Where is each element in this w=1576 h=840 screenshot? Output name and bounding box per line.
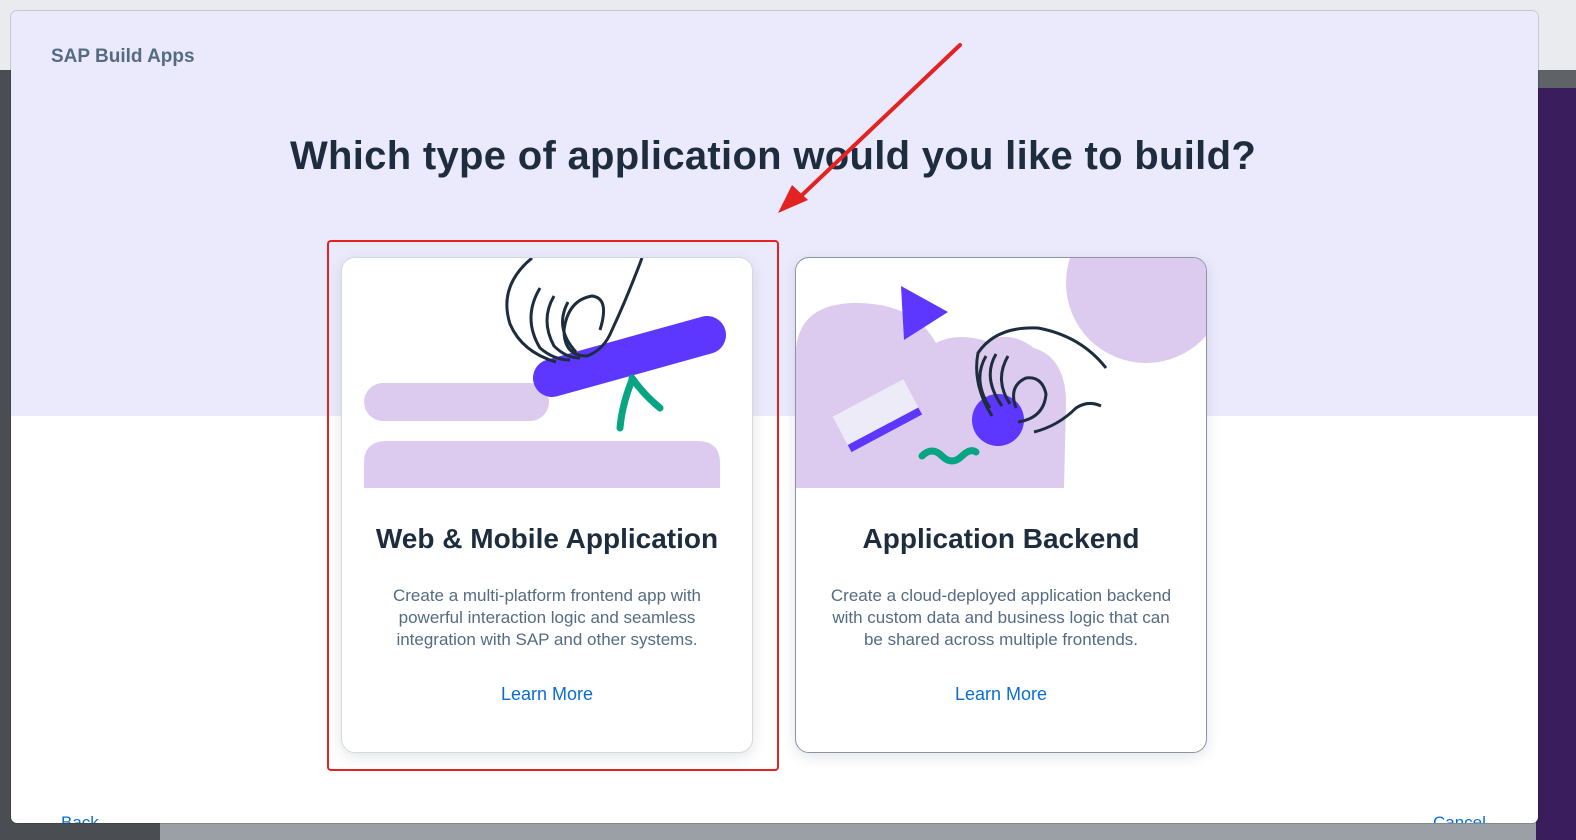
hand-with-ball-icon — [796, 258, 1206, 488]
backend-learn-more-link[interactable]: Learn More — [796, 684, 1206, 705]
application-backend-card[interactable]: Application Backend Create a cloud-deplo… — [795, 257, 1207, 753]
dialog-hero-band — [11, 11, 1538, 416]
application-backend-title: Application Backend — [862, 523, 1140, 554]
dialog-brand-title: SAP Build Apps — [51, 46, 195, 67]
create-app-dialog: SAP Build Apps Which type of application… — [11, 11, 1538, 823]
background-app-right-panel — [1536, 88, 1576, 840]
web-mobile-learn-more-link[interactable]: Learn More — [342, 684, 752, 705]
background-app-footer — [160, 820, 1536, 840]
web-mobile-app-title: Web & Mobile Application — [375, 523, 719, 554]
hand-grabbing-bar-icon — [364, 258, 726, 488]
web-mobile-app-card[interactable]: Web & Mobile Application Create a multi-… — [341, 257, 753, 753]
dialog-question-heading: Which type of application would you like… — [289, 134, 1257, 178]
application-backend-description: Create a cloud-deployed application back… — [830, 586, 1172, 649]
cancel-button[interactable]: Cancel — [1433, 813, 1486, 823]
back-button[interactable]: Back — [61, 813, 99, 823]
web-mobile-app-description: Create a multi-platform frontend app wit… — [392, 586, 702, 649]
